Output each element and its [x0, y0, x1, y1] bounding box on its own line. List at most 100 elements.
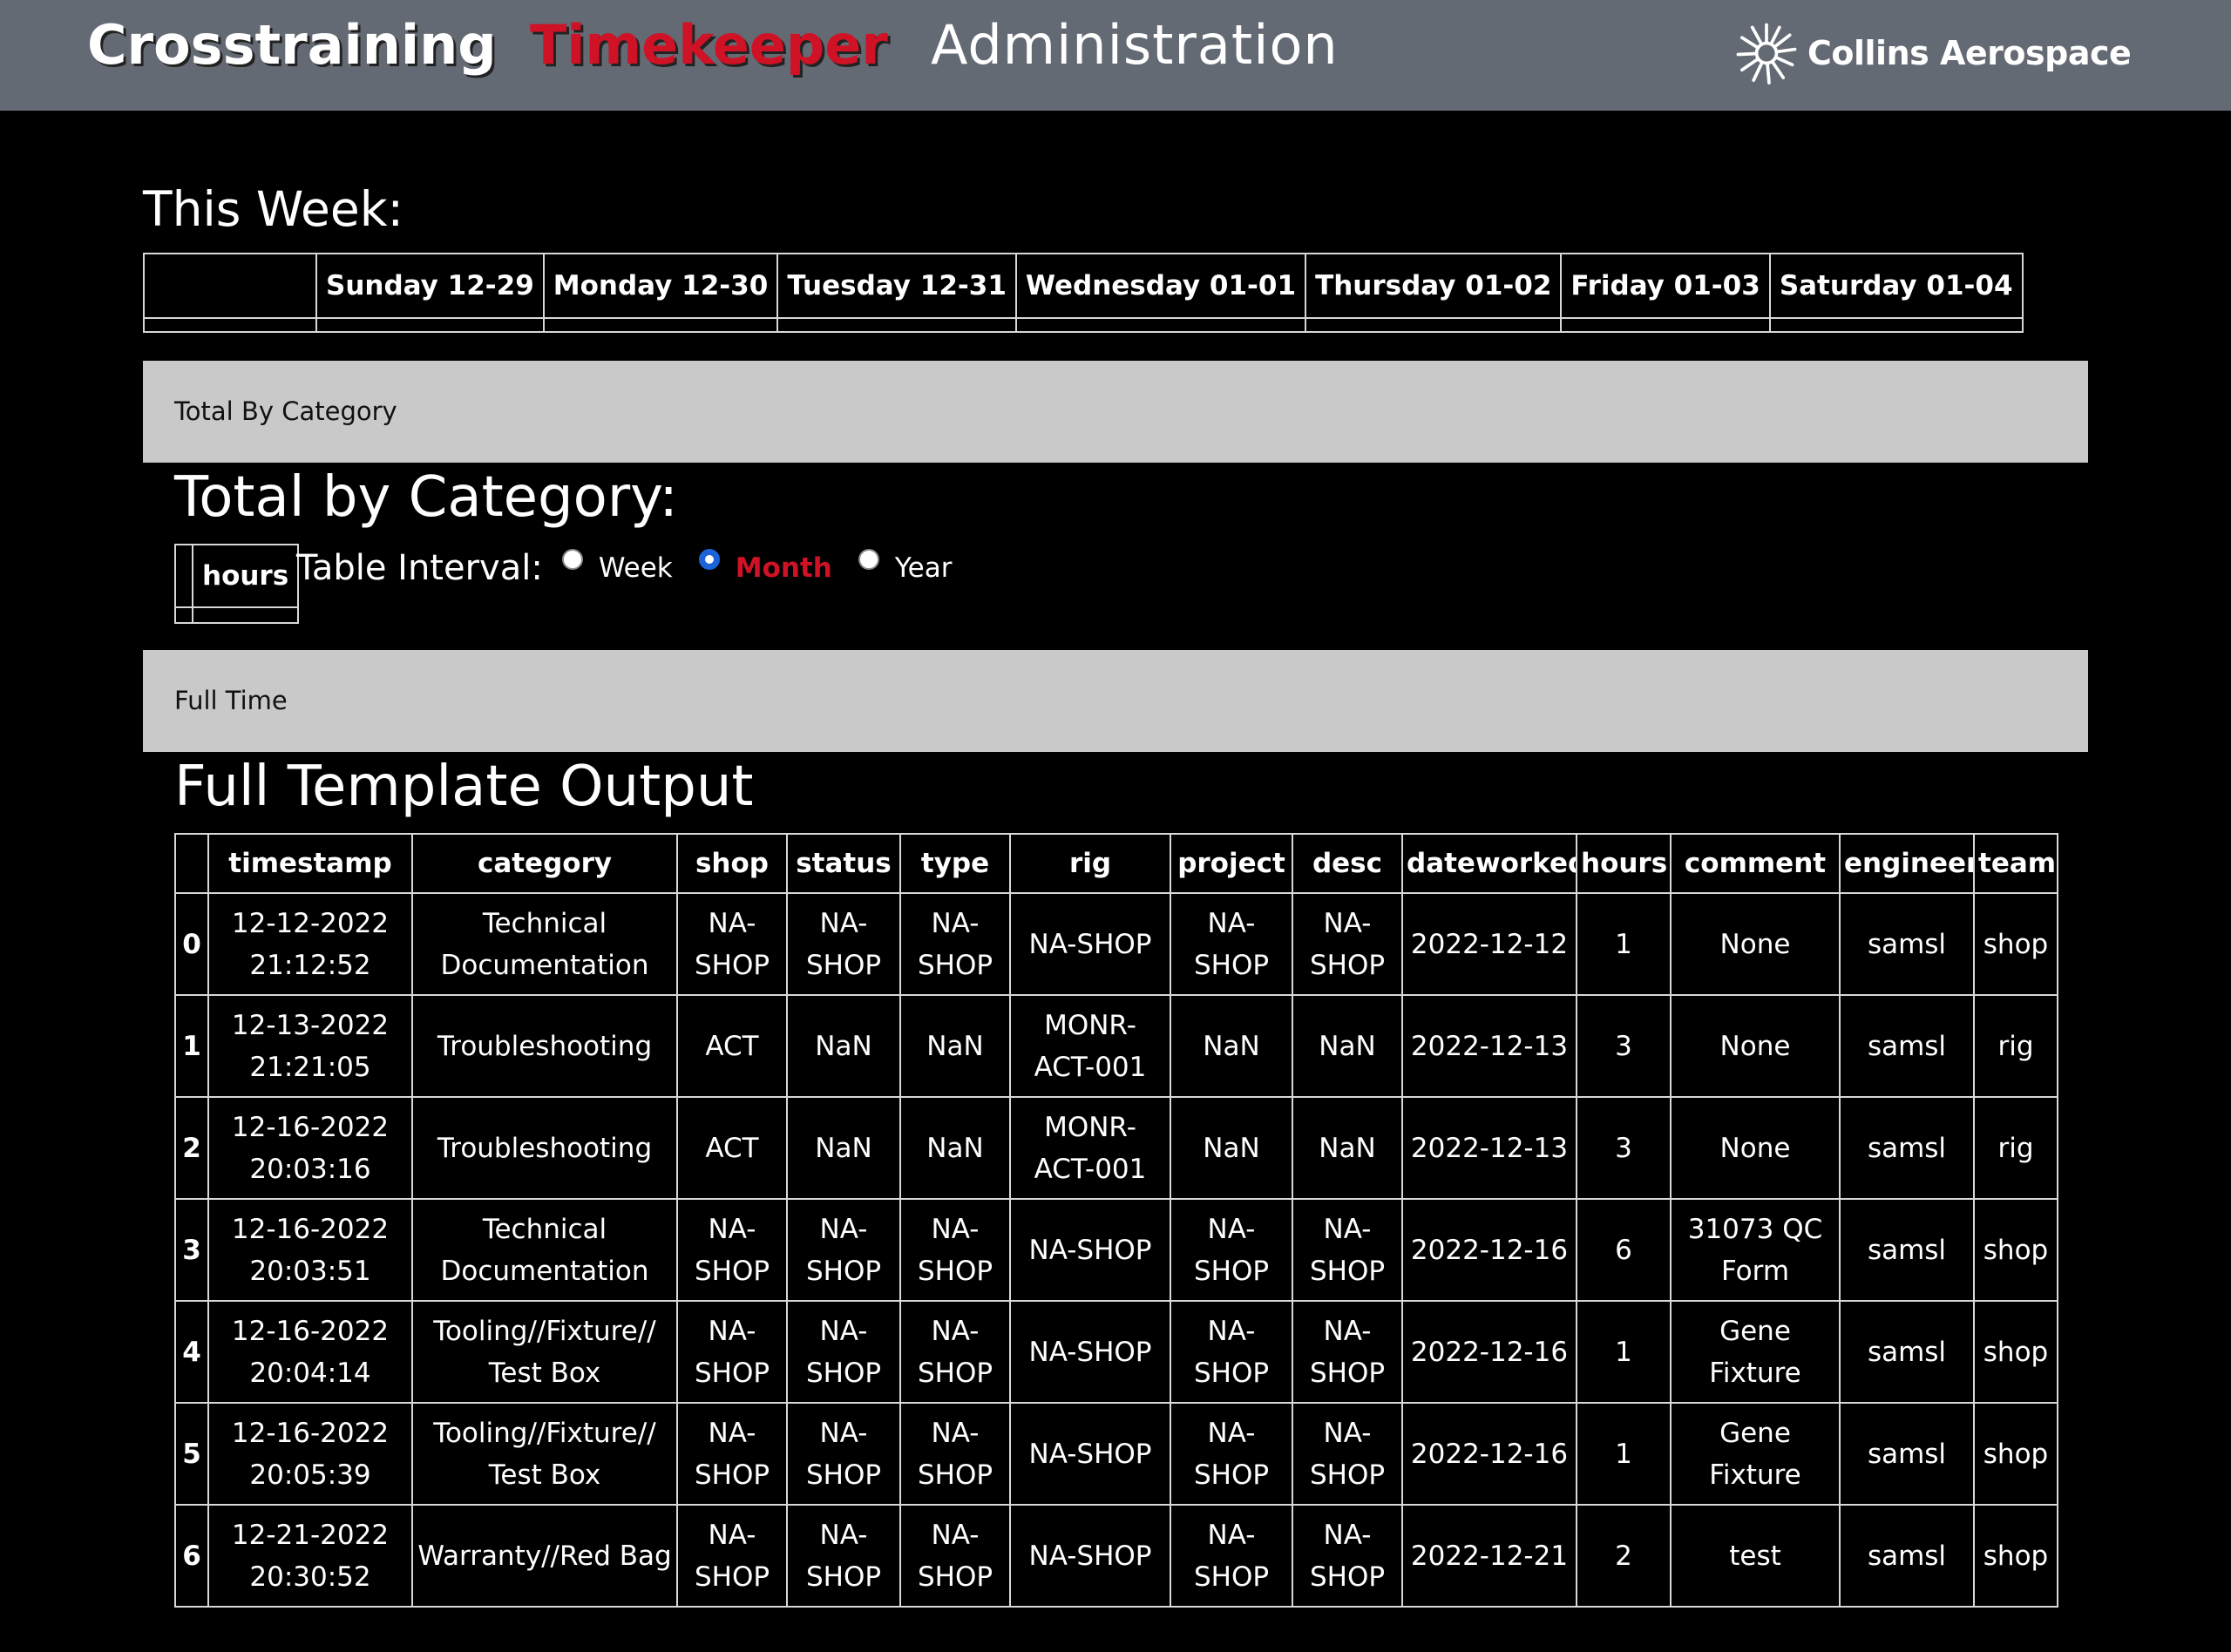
row-index: 0 — [174, 892, 209, 996]
table-cell: samsl — [1839, 1300, 1975, 1404]
table-cell: samsl — [1839, 1402, 1975, 1506]
table-cell: NA-SHOP — [786, 1402, 901, 1506]
table-cell: NA-SHOP — [899, 892, 1011, 996]
nav-timekeeper-link[interactable]: Timekeeper — [530, 0, 888, 96]
table-cell: MONR-ACT-001 — [1009, 994, 1171, 1098]
table-cell: rig — [1973, 1096, 2058, 1200]
table-cell: Technical Documentation — [411, 1198, 678, 1302]
table-cell: 2022-12-12 — [1401, 892, 1577, 996]
table-row: 1 12-13-2022 21:21:05 Troubleshooting ACT Na… — [174, 994, 2058, 1098]
week-body-row — [143, 317, 2024, 333]
hours-column-header: hours — [191, 544, 300, 608]
week-day-header: Sunday 12-29 — [315, 253, 545, 319]
table-cell: 2022-12-13 — [1401, 994, 1577, 1098]
hours-index-header — [174, 544, 193, 608]
radio-button[interactable] — [858, 549, 879, 570]
interval-option-month[interactable]: Month — [698, 549, 832, 584]
row-index: 6 — [174, 1504, 209, 1608]
row-index: 3 — [174, 1198, 209, 1302]
table-cell: 1 — [1576, 1402, 1672, 1506]
table-cell: None — [1670, 1096, 1841, 1200]
column-header: desc — [1292, 833, 1403, 894]
table-cell: NA-SHOP — [676, 892, 788, 996]
table-cell: Troubleshooting — [411, 1096, 678, 1200]
table-cell: samsl — [1839, 1096, 1975, 1200]
table-cell: NaN — [1292, 994, 1403, 1098]
row-index: 2 — [174, 1096, 209, 1200]
table-cell: NA-SHOP — [899, 1198, 1011, 1302]
radio-button[interactable] — [561, 549, 583, 570]
table-cell: 12-13-2022 21:21:05 — [207, 994, 413, 1098]
interval-option-week[interactable]: Week — [561, 549, 673, 584]
week-cell — [542, 317, 779, 333]
radio-button[interactable] — [698, 549, 720, 570]
table-cell: 2022-12-16 — [1401, 1402, 1577, 1506]
table-cell: Troubleshooting — [411, 994, 678, 1098]
column-header: timestamp — [207, 833, 413, 894]
table-cell: NA-SHOP — [676, 1198, 788, 1302]
table-cell: NA-SHOP — [1292, 1300, 1403, 1404]
table-cell: samsl — [1839, 892, 1975, 996]
column-header: engineer — [1839, 833, 1975, 894]
table-cell: shop — [1973, 1504, 2058, 1608]
table-cell: NA-SHOP — [899, 1402, 1011, 1506]
table-cell: NA-SHOP — [1170, 1198, 1293, 1302]
column-header: category — [411, 833, 678, 894]
table-cell: shop — [1973, 1402, 2058, 1506]
table-cell: 2022-12-13 — [1401, 1096, 1577, 1200]
table-row: 4 12-16-2022 20:04:14 Tooling//Fixture// T… — [174, 1300, 2058, 1404]
column-header: team — [1973, 833, 2058, 894]
table-cell: NA-SHOP — [1009, 1504, 1171, 1608]
this-week-heading: This Week: — [143, 181, 404, 237]
full-template-output-table: timestamp category shop status type rig projec… — [174, 833, 2058, 1608]
table-cell: ACT — [676, 1096, 788, 1200]
total-by-category-banner[interactable]: Total By Category — [143, 361, 2088, 463]
table-cell: NA-SHOP — [676, 1504, 788, 1608]
table-row: 6 12-21-2022 20:30:52 Warranty//Red Bag NA-… — [174, 1504, 2058, 1608]
table-cell: Technical Documentation — [411, 892, 678, 996]
nav-crosstraining-link[interactable]: Crosstraining — [87, 0, 497, 96]
table-cell: NaN — [1170, 994, 1293, 1098]
table-cell: NaN — [899, 994, 1011, 1098]
table-cell: NA-SHOP — [1009, 1402, 1171, 1506]
week-day-header: Monday 12-30 — [542, 253, 779, 319]
week-cell — [1014, 317, 1307, 333]
row-index: 4 — [174, 1300, 209, 1404]
column-header: hours — [1576, 833, 1672, 894]
collins-sunburst-icon — [1736, 23, 1797, 85]
full-template-output-title: Full Template Output — [174, 755, 754, 819]
table-cell: NA-SHOP — [676, 1402, 788, 1506]
table-cell: NaN — [899, 1096, 1011, 1200]
full-time-banner[interactable]: Full Time — [143, 650, 2088, 752]
interval-option-year[interactable]: Year — [858, 549, 953, 584]
table-cell: MONR-ACT-001 — [1009, 1096, 1171, 1200]
table-row: 2 12-16-2022 20:03:16 Troubleshooting ACT Na… — [174, 1096, 2058, 1200]
row-index: 5 — [174, 1402, 209, 1506]
table-cell: NA-SHOP — [786, 892, 901, 996]
table-cell: samsl — [1839, 1198, 1975, 1302]
week-day-header: Tuesday 12-31 — [776, 253, 1017, 319]
hours-cell — [174, 606, 193, 624]
this-week-table: Sunday 12-29 Monday 12-30 Tuesday 12-31 Wed… — [143, 253, 2024, 333]
week-day-header: Friday 01-03 — [1560, 253, 1771, 319]
column-header: dateworked — [1401, 833, 1577, 894]
column-header: status — [786, 833, 901, 894]
table-row: 3 12-16-2022 20:03:51 Technical Documentat… — [174, 1198, 2058, 1302]
table-cell: 12-16-2022 20:03:51 — [207, 1198, 413, 1302]
nav-administration-link[interactable]: Administration — [931, 0, 1339, 96]
table-cell: samsl — [1839, 1504, 1975, 1608]
table-cell: 12-21-2022 20:30:52 — [207, 1504, 413, 1608]
table-cell: 3 — [1576, 1096, 1672, 1200]
full-table-header-row: timestamp category shop status type rig projec… — [174, 833, 2058, 894]
collins-aerospace-logo: Collins Aerospace — [1734, 21, 2132, 85]
row-index: 1 — [174, 994, 209, 1098]
table-cell: NA-SHOP — [786, 1300, 901, 1404]
table-cell: NA-SHOP — [1009, 1300, 1171, 1404]
table-cell: NA-SHOP — [1292, 1198, 1403, 1302]
table-cell: 12-16-2022 20:04:14 — [207, 1300, 413, 1404]
table-cell: 2022-12-16 — [1401, 1198, 1577, 1302]
week-day-header: Wednesday 01-01 — [1014, 253, 1307, 319]
table-cell: NA-SHOP — [899, 1300, 1011, 1404]
column-header: rig — [1009, 833, 1171, 894]
table-cell: NA-SHOP — [1170, 1504, 1293, 1608]
